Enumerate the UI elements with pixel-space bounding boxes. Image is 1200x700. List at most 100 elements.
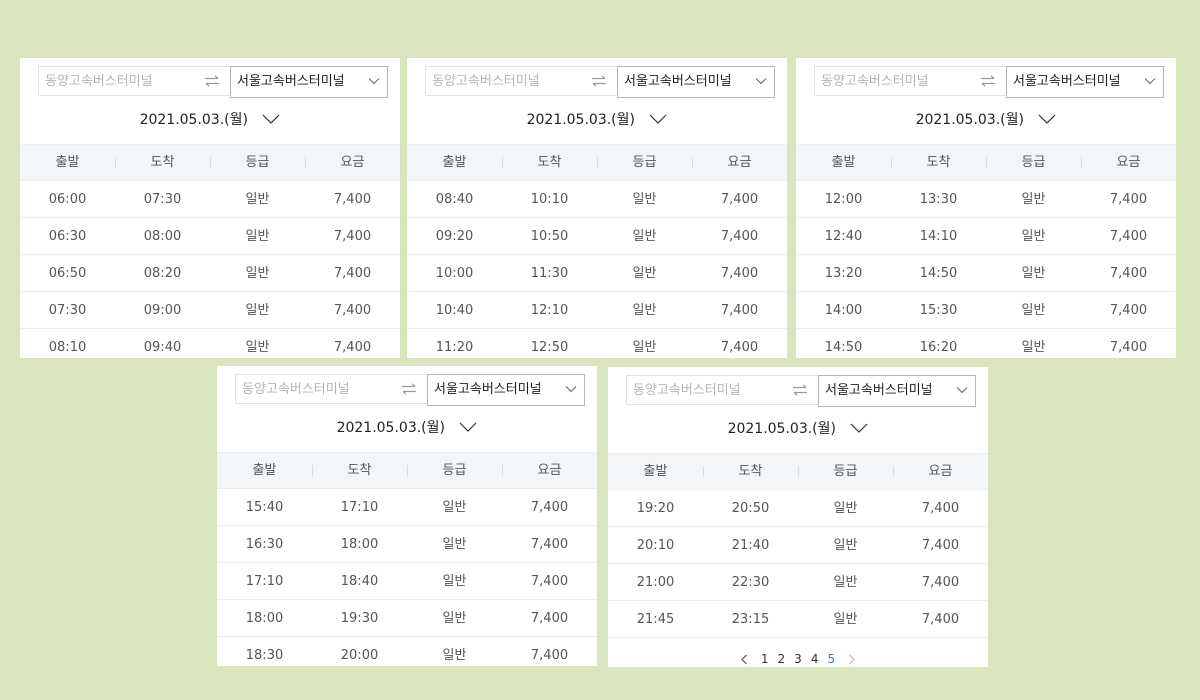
departure-terminal-input[interactable]: 동양고속버스터미널 bbox=[814, 66, 970, 96]
arrival-time: 09:40 bbox=[143, 340, 182, 355]
grade: 일반 bbox=[245, 303, 270, 318]
date-selector[interactable]: 2021.05.03.(월) bbox=[407, 108, 787, 132]
table-row[interactable]: 08:10 09:40 일반 7,400 bbox=[20, 329, 400, 358]
table-row[interactable]: 17:10 18:40 일반 7,400 bbox=[217, 563, 597, 600]
table-row[interactable]: 14:00 15:30 일반 7,400 bbox=[796, 292, 1176, 329]
table-header: 출발 도착 등급 요금 bbox=[796, 144, 1176, 181]
table-row[interactable]: 14:50 16:20 일반 7,400 bbox=[796, 329, 1176, 358]
grade: 일반 bbox=[1021, 192, 1046, 207]
arrival-time: 14:50 bbox=[919, 266, 958, 281]
table-row[interactable]: 15:40 17:10 일반 7,400 bbox=[217, 489, 597, 526]
chevron-down-icon bbox=[368, 78, 380, 85]
departure-time: 06:50 bbox=[48, 266, 87, 281]
departure-terminal-input[interactable]: 동양고속버스터미널 bbox=[425, 66, 581, 96]
column-header-departure: 출발 bbox=[643, 464, 668, 479]
table-body: 08:40 10:10 일반 7,400 09:20 10:50 일반 7,40… bbox=[407, 181, 787, 358]
swap-button[interactable] bbox=[581, 66, 617, 96]
fare: 7,400 bbox=[530, 537, 569, 552]
arrival-terminal-select[interactable]: 서울고속버스터미널 bbox=[230, 66, 388, 98]
page-link-4[interactable]: 4 bbox=[811, 652, 819, 666]
page-link-5-current[interactable]: 5 bbox=[827, 652, 835, 666]
date-selector[interactable]: 2021.05.03.(월) bbox=[20, 108, 400, 132]
table-row[interactable]: 12:40 14:10 일반 7,400 bbox=[796, 218, 1176, 255]
table-row[interactable]: 11:20 12:50 일반 7,400 bbox=[407, 329, 787, 358]
page-link-1[interactable]: 1 bbox=[761, 652, 769, 666]
table-row[interactable]: 07:30 09:00 일반 7,400 bbox=[20, 292, 400, 329]
page-link-3[interactable]: 3 bbox=[794, 652, 802, 666]
swap-arrows-icon bbox=[592, 75, 606, 87]
grade: 일반 bbox=[632, 266, 657, 281]
table-row[interactable]: 13:20 14:50 일반 7,400 bbox=[796, 255, 1176, 292]
departure-time: 17:10 bbox=[245, 574, 284, 589]
date-selector[interactable]: 2021.05.03.(월) bbox=[608, 417, 988, 441]
date-selector[interactable]: 2021.05.03.(월) bbox=[217, 416, 597, 440]
table-row[interactable]: 12:00 13:30 일반 7,400 bbox=[796, 181, 1176, 218]
chevron-down-icon bbox=[1039, 114, 1056, 124]
table-row[interactable]: 19:20 20:50 일반 7,400 bbox=[608, 490, 988, 527]
fare: 7,400 bbox=[720, 229, 759, 244]
arrival-terminal-select[interactable]: 서울고속버스터미널 bbox=[427, 374, 585, 406]
chevron-left-icon bbox=[741, 654, 747, 664]
arrival-time: 12:50 bbox=[530, 340, 569, 355]
previous-page-button[interactable] bbox=[740, 654, 748, 665]
table-row[interactable]: 09:20 10:50 일반 7,400 bbox=[407, 218, 787, 255]
column-header-departure: 출발 bbox=[55, 155, 80, 170]
arrival-time: 22:30 bbox=[731, 575, 770, 590]
table-row[interactable]: 18:00 19:30 일반 7,400 bbox=[217, 600, 597, 637]
grade: 일반 bbox=[632, 303, 657, 318]
next-page-button[interactable] bbox=[848, 654, 856, 665]
table-row[interactable]: 18:30 20:00 일반 7,400 bbox=[217, 637, 597, 666]
departure-time: 12:00 bbox=[824, 192, 863, 207]
table-row[interactable]: 06:30 08:00 일반 7,400 bbox=[20, 218, 400, 255]
fare: 7,400 bbox=[1109, 303, 1148, 318]
departure-time: 06:30 bbox=[48, 229, 87, 244]
swap-button[interactable] bbox=[194, 66, 230, 96]
table-row[interactable]: 10:40 12:10 일반 7,400 bbox=[407, 292, 787, 329]
table-row[interactable]: 06:00 07:30 일반 7,400 bbox=[20, 181, 400, 218]
grade: 일반 bbox=[1021, 266, 1046, 281]
table-body: 15:40 17:10 일반 7,400 16:30 18:00 일반 7,40… bbox=[217, 489, 597, 666]
departure-time: 12:40 bbox=[824, 229, 863, 244]
departure-time: 19:20 bbox=[636, 501, 675, 516]
swap-button[interactable] bbox=[782, 375, 818, 405]
departure-time: 21:45 bbox=[636, 612, 675, 627]
page-link-2[interactable]: 2 bbox=[778, 652, 786, 666]
swap-arrows-icon bbox=[981, 75, 995, 87]
table-row[interactable]: 20:10 21:40 일반 7,400 bbox=[608, 527, 988, 564]
arrival-terminal-select[interactable]: 서울고속버스터미널 bbox=[1006, 66, 1164, 98]
table-row[interactable]: 21:45 23:15 일반 7,400 bbox=[608, 601, 988, 638]
route-selector: 동양고속버스터미널 서울고속버스터미널 bbox=[626, 375, 976, 407]
timetable-panel-4: 동양고속버스터미널 서울고속버스터미널 2021.05.03.(월) 출발 도착… bbox=[217, 366, 597, 666]
table-row[interactable]: 10:00 11:30 일반 7,400 bbox=[407, 255, 787, 292]
table-header: 출발 도착 등급 요금 bbox=[20, 144, 400, 181]
arrival-terminal-select[interactable]: 서울고속버스터미널 bbox=[617, 66, 775, 98]
date-label: 2021.05.03.(월) bbox=[526, 112, 635, 128]
departure-terminal-input[interactable]: 동양고속버스터미널 bbox=[38, 66, 194, 96]
fare: 7,400 bbox=[720, 192, 759, 207]
fare: 7,400 bbox=[1109, 192, 1148, 207]
fare: 7,400 bbox=[720, 266, 759, 281]
table-row[interactable]: 06:50 08:20 일반 7,400 bbox=[20, 255, 400, 292]
grade: 일반 bbox=[442, 500, 467, 515]
swap-button[interactable] bbox=[970, 66, 1006, 96]
column-header-departure: 출발 bbox=[831, 155, 856, 170]
table-row[interactable]: 16:30 18:00 일반 7,400 bbox=[217, 526, 597, 563]
table-body: 19:20 20:50 일반 7,400 20:10 21:40 일반 7,40… bbox=[608, 490, 988, 638]
departure-terminal-input[interactable]: 동양고속버스터미널 bbox=[235, 374, 391, 404]
table-row[interactable]: 21:00 22:30 일반 7,400 bbox=[608, 564, 988, 601]
departure-terminal-input[interactable]: 동양고속버스터미널 bbox=[626, 375, 782, 405]
chevron-down-icon bbox=[650, 114, 667, 124]
grade: 일반 bbox=[632, 192, 657, 207]
arrival-time: 09:00 bbox=[143, 303, 182, 318]
arrival-time: 12:10 bbox=[530, 303, 569, 318]
fare: 7,400 bbox=[333, 266, 372, 281]
grade: 일반 bbox=[632, 340, 657, 355]
date-selector[interactable]: 2021.05.03.(월) bbox=[796, 108, 1176, 132]
departure-time: 14:50 bbox=[824, 340, 863, 355]
column-header-fare: 요금 bbox=[692, 145, 787, 180]
arrival-terminal-select[interactable]: 서울고속버스터미널 bbox=[818, 375, 976, 407]
table-row[interactable]: 08:40 10:10 일반 7,400 bbox=[407, 181, 787, 218]
grade: 일반 bbox=[442, 537, 467, 552]
pagination: 1 2 3 4 5 bbox=[608, 649, 988, 667]
swap-button[interactable] bbox=[391, 374, 427, 404]
